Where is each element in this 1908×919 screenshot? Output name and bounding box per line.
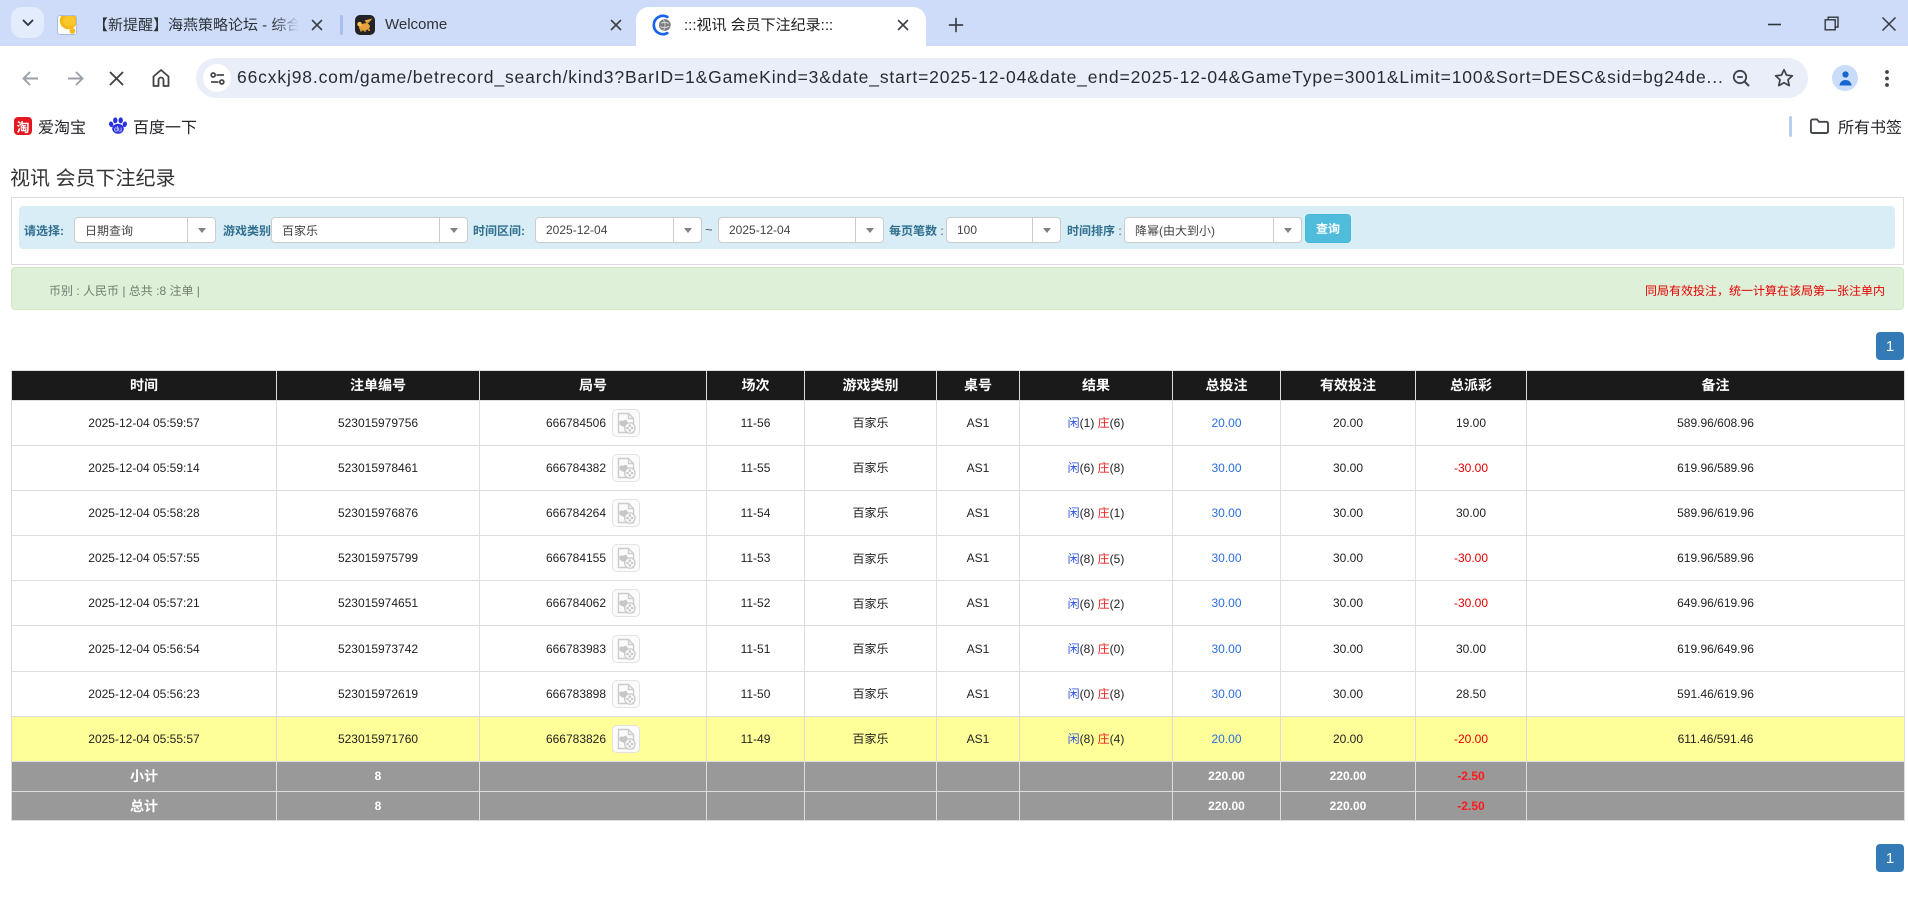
svg-text:du: du: [114, 127, 122, 134]
